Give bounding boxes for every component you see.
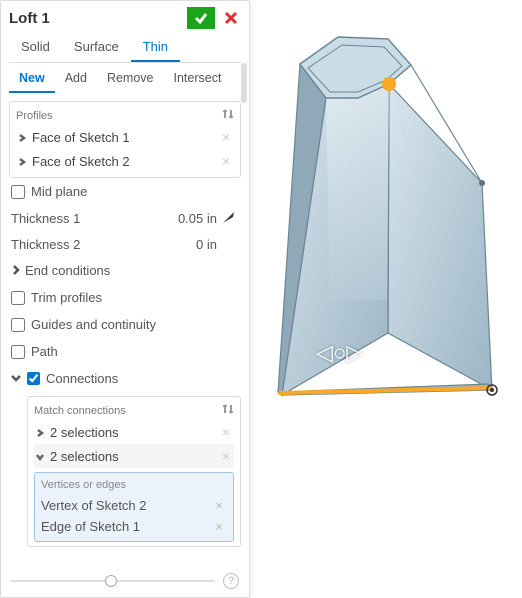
chevron-down-icon <box>36 449 46 464</box>
chevron-right-icon <box>18 154 28 169</box>
remove-item-button[interactable]: × <box>220 129 232 145</box>
chevron-right-icon <box>18 130 28 145</box>
viewport-3d[interactable]: ◁ ○ ▷ <box>250 0 522 598</box>
connections-label: Connections <box>46 371 118 386</box>
opacity-slider[interactable] <box>11 574 215 588</box>
thickness2-row: Thickness 2 0 in <box>9 231 241 257</box>
connections-row[interactable]: Connections <box>9 365 241 392</box>
tab-new[interactable]: New <box>9 65 55 93</box>
match-connections-list: Match connections 2 selections × 2 selec… <box>27 396 241 547</box>
sort-button[interactable] <box>222 403 234 418</box>
list-item[interactable]: 2 selections × <box>34 444 234 468</box>
guides-row[interactable]: Guides and continuity <box>9 311 241 338</box>
panel-header: Loft 1 <box>1 1 249 33</box>
chevron-down-icon <box>11 371 25 386</box>
cancel-button[interactable] <box>221 8 241 28</box>
sort-button[interactable] <box>222 108 234 123</box>
remove-item-button[interactable]: × <box>220 153 232 169</box>
remove-item-button[interactable]: × <box>211 498 227 513</box>
list-item-label: Face of Sketch 1 <box>32 130 220 145</box>
check-icon <box>193 10 209 26</box>
list-item[interactable]: 2 selections × <box>34 420 234 444</box>
midplane-checkbox[interactable] <box>11 185 25 199</box>
guides-checkbox[interactable] <box>11 318 25 332</box>
scrollbar[interactable] <box>241 63 247 103</box>
guides-label: Guides and continuity <box>31 317 156 332</box>
end-conditions-label: End conditions <box>25 263 110 278</box>
confirm-button[interactable] <box>187 7 215 29</box>
slider-thumb[interactable] <box>105 575 117 587</box>
list-item-label: 2 selections <box>50 449 220 464</box>
selection-box: Vertices or edges Vertex of Sketch 2 × E… <box>34 472 234 542</box>
selection-item[interactable]: Edge of Sketch 1 × <box>41 516 227 537</box>
model-preview <box>250 0 522 598</box>
measure-button[interactable] <box>221 209 239 227</box>
path-checkbox[interactable] <box>11 345 25 359</box>
feature-panel: Loft 1 Solid Surface Thin New Add Remove… <box>0 0 250 598</box>
connections-content: Match connections 2 selections × 2 selec… <box>27 396 241 547</box>
chevron-right-icon <box>11 263 25 278</box>
tab-surface[interactable]: Surface <box>62 33 131 62</box>
thickness1-value[interactable]: 0.05 in <box>151 211 221 226</box>
trim-checkbox[interactable] <box>11 291 25 305</box>
path-row[interactable]: Path <box>9 338 241 365</box>
tab-add[interactable]: Add <box>55 65 97 93</box>
selection-item-label: Vertex of Sketch 2 <box>41 498 211 513</box>
remove-item-button[interactable]: × <box>220 448 232 464</box>
tab-solid[interactable]: Solid <box>9 33 62 62</box>
panel-title: Loft 1 <box>9 10 187 27</box>
profiles-list: Profiles Face of Sketch 1 × Face of Sket… <box>9 101 241 178</box>
thickness1-row: Thickness 1 0.05 in <box>9 205 241 231</box>
thickness2-label: Thickness 2 <box>11 237 151 252</box>
remove-item-button[interactable]: × <box>220 424 232 440</box>
panel-body: Solid Surface Thin New Add Remove Inters… <box>1 33 249 567</box>
close-icon <box>223 10 239 26</box>
panel-footer: ? <box>1 567 249 597</box>
match-connections-label: Match connections <box>34 405 126 417</box>
path-label: Path <box>31 344 58 359</box>
list-item[interactable]: Face of Sketch 2 × <box>16 149 234 173</box>
midplane-label: Mid plane <box>31 184 87 199</box>
tab-thin[interactable]: Thin <box>131 33 180 62</box>
list-item-label: 2 selections <box>50 425 220 440</box>
profiles-label: Profiles <box>16 110 53 122</box>
remove-item-button[interactable]: × <box>211 519 227 534</box>
trim-row[interactable]: Trim profiles <box>9 284 241 311</box>
help-button[interactable]: ? <box>223 573 239 589</box>
trim-label: Trim profiles <box>31 290 102 305</box>
chevron-right-icon <box>36 425 46 440</box>
tab-remove[interactable]: Remove <box>97 65 164 93</box>
tab-intersect[interactable]: Intersect <box>164 65 232 93</box>
end-conditions-row[interactable]: End conditions <box>9 257 241 284</box>
thickness2-value[interactable]: 0 in <box>151 237 221 252</box>
selection-item-label: Edge of Sketch 1 <box>41 519 211 534</box>
list-item-label: Face of Sketch 2 <box>32 154 220 169</box>
connections-checkbox[interactable] <box>27 372 40 385</box>
selection-item[interactable]: Vertex of Sketch 2 × <box>41 495 227 516</box>
thickness1-label: Thickness 1 <box>11 211 151 226</box>
selection-box-header: Vertices or edges <box>41 477 227 495</box>
list-item[interactable]: Face of Sketch 1 × <box>16 125 234 149</box>
midplane-row[interactable]: Mid plane <box>9 178 241 205</box>
operation-tabs: New Add Remove Intersect <box>9 65 241 93</box>
body-type-tabs: Solid Surface Thin <box>9 33 241 63</box>
